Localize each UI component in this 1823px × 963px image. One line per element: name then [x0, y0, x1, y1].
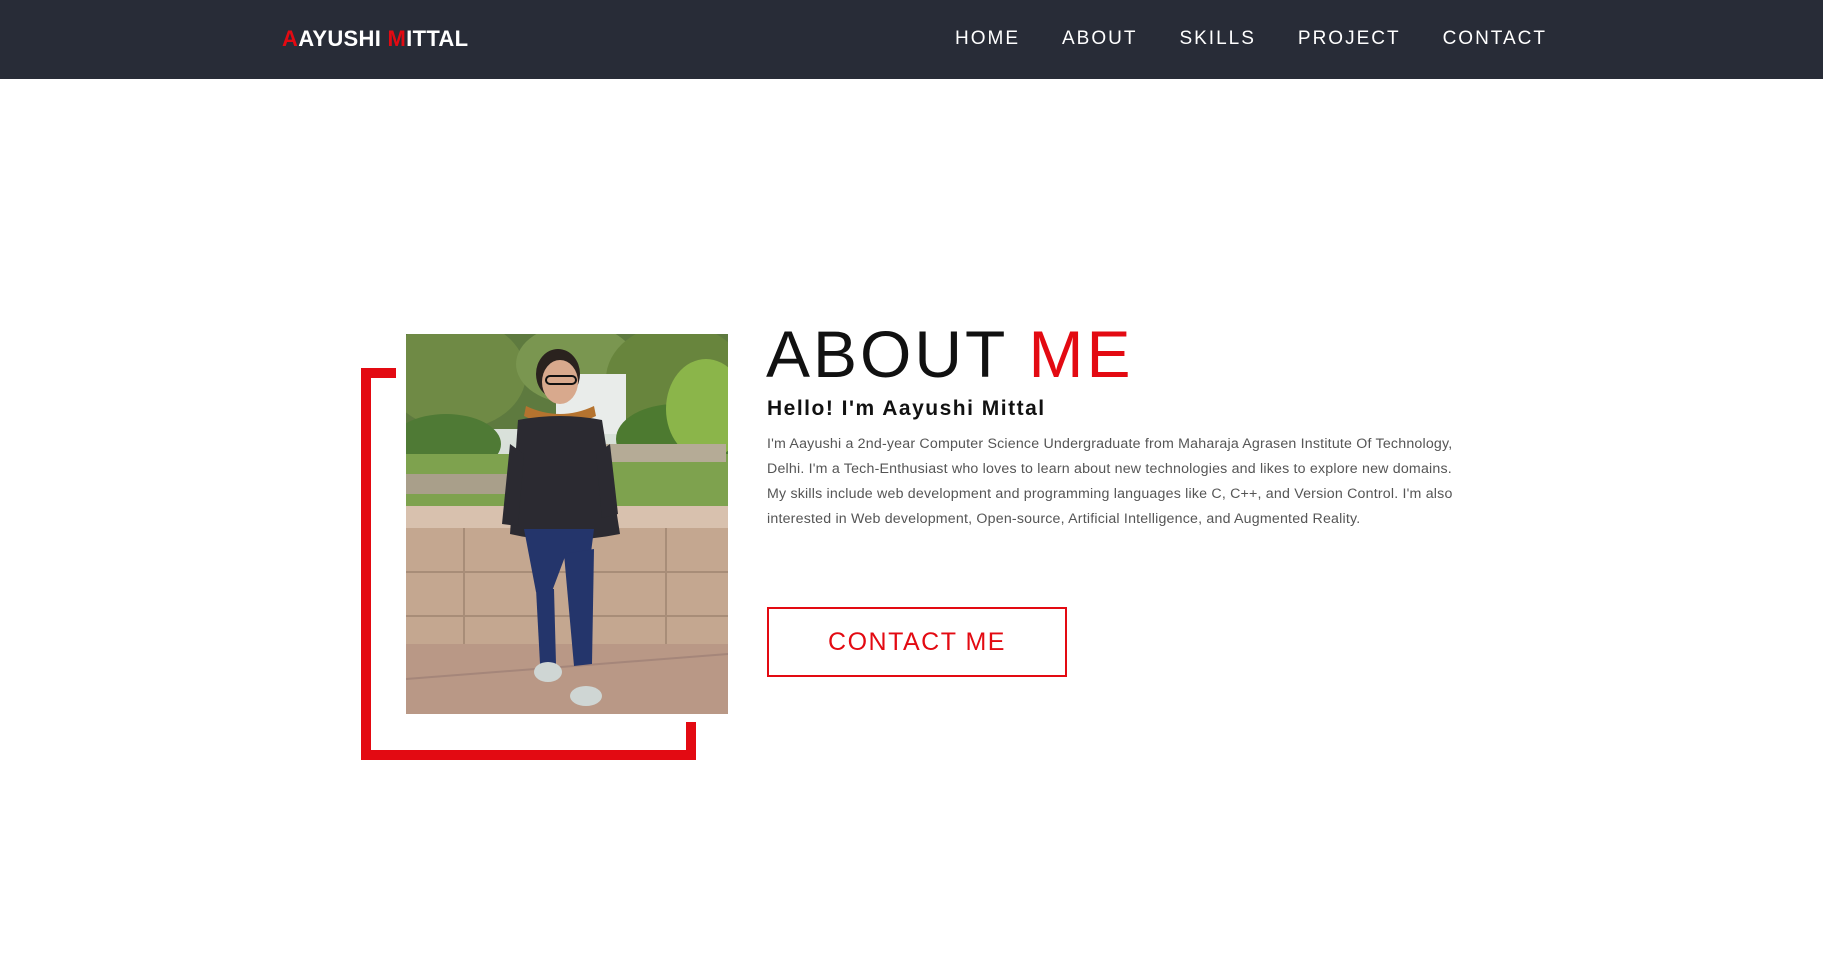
logo-first-name: AYUSHI: [298, 26, 388, 51]
nav-skills[interactable]: SKILLS: [1179, 28, 1255, 50]
bracket-left-bar: [361, 368, 371, 760]
about-heading: ABOUT ME: [766, 314, 1134, 394]
nav-home[interactable]: HOME: [955, 28, 1020, 50]
nav-project[interactable]: PROJECT: [1298, 28, 1401, 50]
bracket-right-tab: [686, 722, 696, 760]
nav-contact[interactable]: CONTACT: [1443, 28, 1547, 50]
main-nav: HOME ABOUT SKILLS PROJECT CONTACT: [955, 28, 1589, 50]
bracket-bottom-bar: [361, 750, 696, 760]
heading-about-text: ABOUT: [766, 317, 1029, 391]
logo-initial-a: A: [282, 26, 299, 51]
bio-paragraph: I'm Aayushi a 2nd-year Computer Science …: [767, 436, 1453, 527]
greeting-subheading: Hello! I'm Aayushi Mittal: [767, 397, 1046, 420]
profile-photo-illustration: [406, 334, 728, 714]
logo-last-name: ITTAL: [406, 26, 469, 51]
heading-me-text: ME: [1028, 317, 1134, 391]
site-logo[interactable]: AAYUSHI MITTAL: [282, 26, 468, 52]
logo-initial-m: M: [387, 26, 407, 51]
bracket-top-tab: [361, 368, 396, 378]
profile-photo: [406, 334, 728, 714]
navbar: AAYUSHI MITTAL HOME ABOUT SKILLS PROJECT…: [0, 0, 1823, 79]
nav-about[interactable]: ABOUT: [1062, 28, 1137, 50]
contact-me-button[interactable]: CONTACT ME: [767, 607, 1067, 677]
